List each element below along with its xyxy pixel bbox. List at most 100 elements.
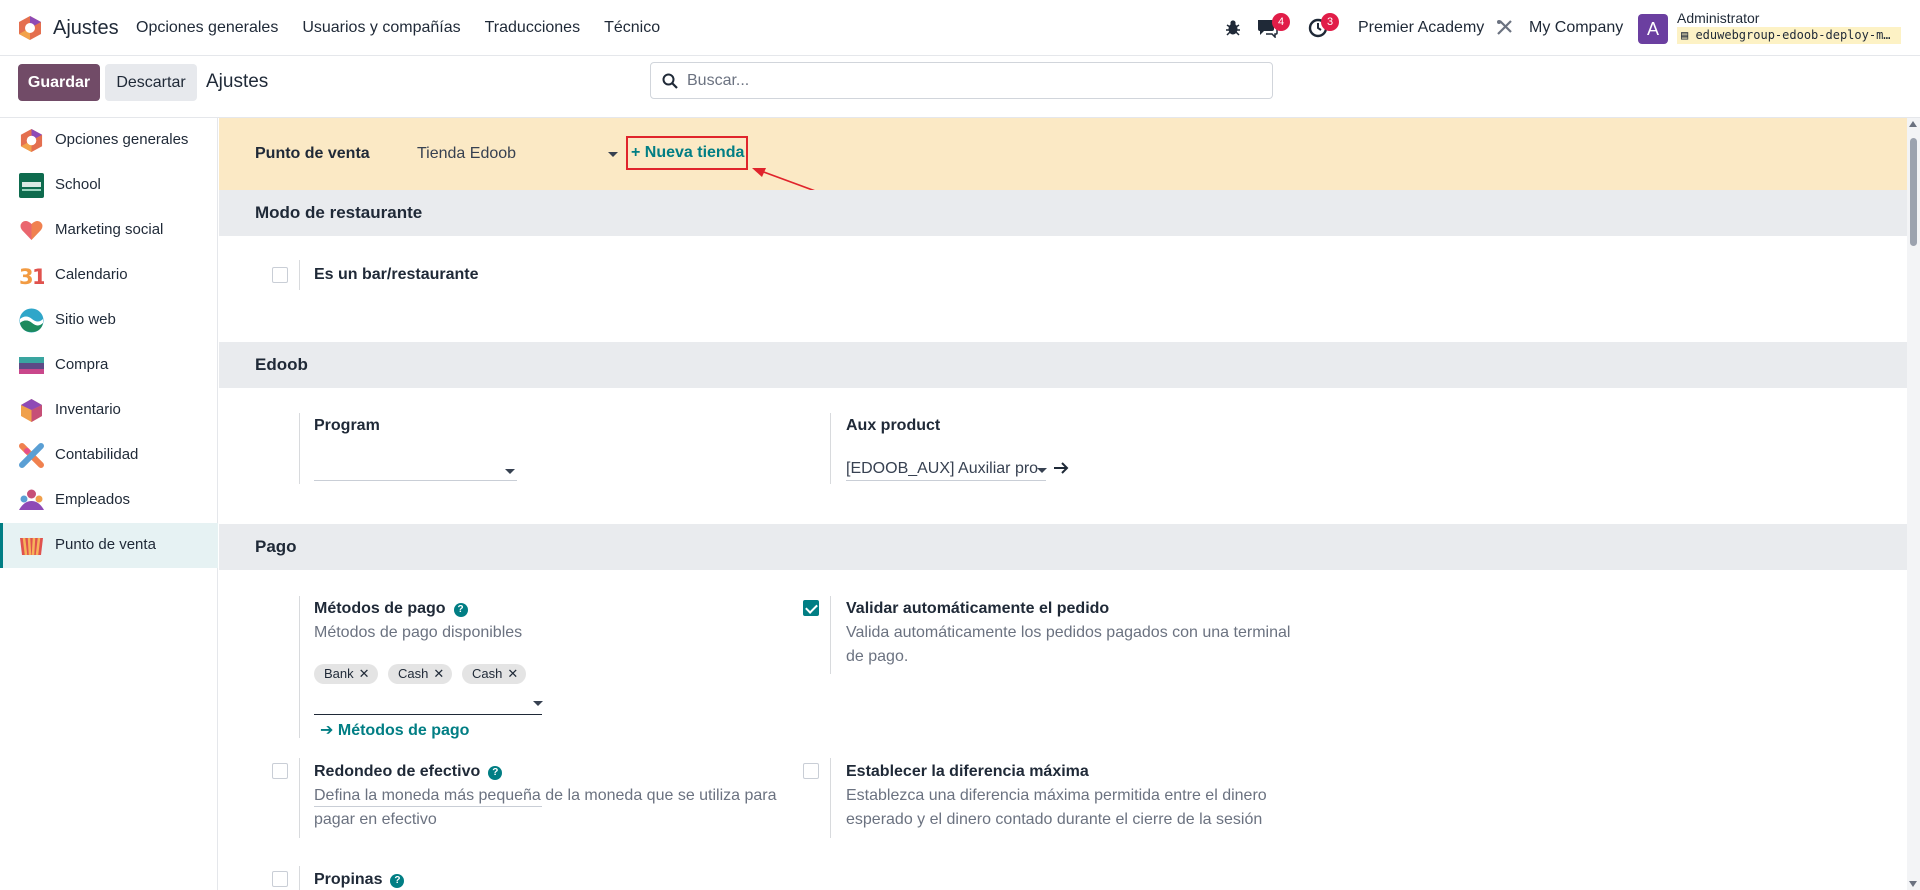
- inventory-icon: [21, 399, 42, 422]
- divider: [830, 596, 831, 674]
- save-button[interactable]: Guardar: [18, 64, 100, 101]
- scroll-down-icon[interactable]: [1909, 881, 1917, 887]
- discard-button[interactable]: Descartar: [105, 64, 197, 101]
- help-icon[interactable]: ?: [488, 766, 503, 780]
- payment-methods-link[interactable]: ➔ Métodos de pago: [320, 720, 469, 740]
- sidebar-item-label: Opciones generales: [55, 131, 189, 148]
- max-difference-checkbox[interactable]: [803, 763, 819, 779]
- tag-cash: Cash ✕: [388, 664, 453, 684]
- tips-checkbox[interactable]: [272, 871, 288, 887]
- activities-badge: 3: [1321, 13, 1339, 31]
- arrow-right-icon[interactable]: [1053, 461, 1069, 475]
- messages-badge: 4: [1272, 13, 1290, 31]
- close-icon[interactable]: ✕: [433, 666, 444, 681]
- sidebar-item-label: Punto de venta: [55, 536, 156, 553]
- payment-methods-desc: Métodos de pago disponibles: [314, 624, 523, 641]
- pos-shop-select[interactable]: Tienda Edoob: [417, 145, 516, 163]
- divider: [299, 596, 300, 738]
- cash-rounding-title: Redondeo de efectivo?: [314, 763, 503, 781]
- divider: [830, 758, 831, 838]
- scroll-thumb[interactable]: [1910, 138, 1917, 246]
- settings-sidebar: Opciones generales School Marketing soci…: [0, 118, 218, 890]
- cash-rounding-desc: Defina la moneda más pequeña de la moned…: [314, 787, 777, 828]
- sidebar-item-label: Sitio web: [55, 311, 116, 328]
- heart-icon: [20, 221, 43, 240]
- close-icon[interactable]: ✕: [359, 666, 370, 681]
- sidebar-item-social-marketing[interactable]: Marketing social: [0, 208, 218, 253]
- sidebar-item-general[interactable]: Opciones generales: [0, 118, 218, 163]
- search-box[interactable]: [650, 62, 1273, 99]
- breadcrumb: Ajustes: [206, 71, 269, 92]
- scrollbar[interactable]: [1907, 118, 1920, 890]
- sidebar-item-employees[interactable]: Empleados: [0, 478, 218, 523]
- section-title: Modo de restaurante: [255, 203, 423, 222]
- sidebar-item-purchase[interactable]: Compra: [0, 343, 218, 388]
- divider: [830, 413, 831, 484]
- odoo-logo-icon[interactable]: [17, 15, 43, 41]
- sidebar-item-calendar[interactable]: 3 1 Calendario: [0, 253, 218, 298]
- purchase-icon: [19, 357, 44, 374]
- app-name[interactable]: Ajustes: [53, 17, 119, 40]
- sidebar-item-label: Marketing social: [55, 221, 164, 238]
- tools-icon[interactable]: [1496, 19, 1513, 36]
- divider: [299, 866, 300, 890]
- section-payment: Pago: [219, 524, 1907, 570]
- top-navbar: Ajustes Opciones generales Usuarios y co…: [0, 0, 1920, 56]
- scroll-up-icon[interactable]: [1909, 121, 1917, 127]
- payment-methods-tags: Bank ✕ Cash ✕ Cash ✕: [314, 664, 554, 684]
- aux-product-label: Aux product: [846, 417, 941, 434]
- program-select[interactable]: [314, 455, 517, 481]
- user-name[interactable]: Administrator: [1677, 10, 1759, 26]
- is-bar-checkbox[interactable]: [272, 267, 288, 283]
- sidebar-item-website[interactable]: Sitio web: [0, 298, 218, 343]
- cash-rounding-checkbox[interactable]: [272, 763, 288, 779]
- sidebar-item-label: Calendario: [55, 266, 128, 283]
- accounting-icon: [19, 443, 44, 468]
- chevron-down-icon[interactable]: [533, 701, 543, 706]
- control-panel: Guardar Descartar Ajustes: [0, 56, 1920, 118]
- sidebar-item-accounting[interactable]: Contabilidad: [0, 433, 218, 478]
- max-difference-desc: Establezca una diferencia máxima permiti…: [846, 787, 1267, 828]
- auto-validate-title: Validar automáticamente el pedido: [846, 600, 1110, 617]
- database-chip: ▤ eduwebgroup-edoob-deploy-m…: [1677, 27, 1901, 44]
- company-name[interactable]: My Company: [1529, 19, 1623, 37]
- menu-technical[interactable]: Técnico: [604, 19, 660, 37]
- settings-content: Punto de venta Tienda Edoob + Nueva tien…: [219, 118, 1907, 890]
- menu-users-companies[interactable]: Usuarios y compañías: [302, 19, 460, 37]
- is-bar-label: Es un bar/restaurante: [314, 266, 479, 283]
- menu-general-options[interactable]: Opciones generales: [136, 19, 278, 37]
- pos-label: Punto de venta: [255, 145, 370, 162]
- search-icon: [662, 73, 678, 89]
- sidebar-item-point-of-sale[interactable]: Punto de venta: [0, 523, 218, 568]
- aux-product-select[interactable]: [EDOOB_AUX] Auxiliar pro: [846, 455, 1046, 481]
- close-icon[interactable]: ✕: [507, 666, 518, 681]
- payment-methods-title: Métodos de pago?: [314, 600, 468, 618]
- menu-translations[interactable]: Traducciones: [485, 19, 580, 37]
- divider: [299, 413, 300, 484]
- database-icon: ▤: [1681, 28, 1696, 42]
- chevron-down-icon[interactable]: [608, 152, 618, 157]
- sidebar-item-inventory[interactable]: Inventario: [0, 388, 218, 433]
- search-input[interactable]: [687, 63, 1257, 98]
- help-icon[interactable]: ?: [390, 874, 405, 888]
- help-icon[interactable]: ?: [453, 603, 468, 617]
- company-switch[interactable]: Premier Academy: [1358, 19, 1484, 37]
- odoo-logo-icon: [20, 128, 43, 153]
- program-label: Program: [314, 417, 380, 434]
- avatar[interactable]: A: [1638, 14, 1668, 44]
- sidebar-item-school[interactable]: School: [0, 163, 218, 208]
- divider: [299, 260, 300, 290]
- debug-bug-icon[interactable]: [1225, 19, 1241, 36]
- max-difference-title: Establecer la diferencia máxima: [846, 763, 1089, 780]
- top-menu: Opciones generales Usuarios y compañías …: [136, 19, 684, 37]
- divider: [299, 758, 300, 838]
- section-edoob: Edoob: [219, 342, 1907, 388]
- payment-methods-field-line: [314, 714, 542, 715]
- chevron-down-icon[interactable]: [1037, 468, 1047, 473]
- aux-product-value: [EDOOB_AUX] Auxiliar pro: [846, 460, 1039, 477]
- sidebar-item-label: Contabilidad: [55, 446, 139, 463]
- new-shop-button[interactable]: + Nueva tienda: [626, 136, 748, 170]
- auto-validate-checkbox[interactable]: [803, 600, 819, 616]
- tag-cash: Cash ✕: [462, 664, 527, 684]
- chevron-down-icon[interactable]: [505, 469, 515, 474]
